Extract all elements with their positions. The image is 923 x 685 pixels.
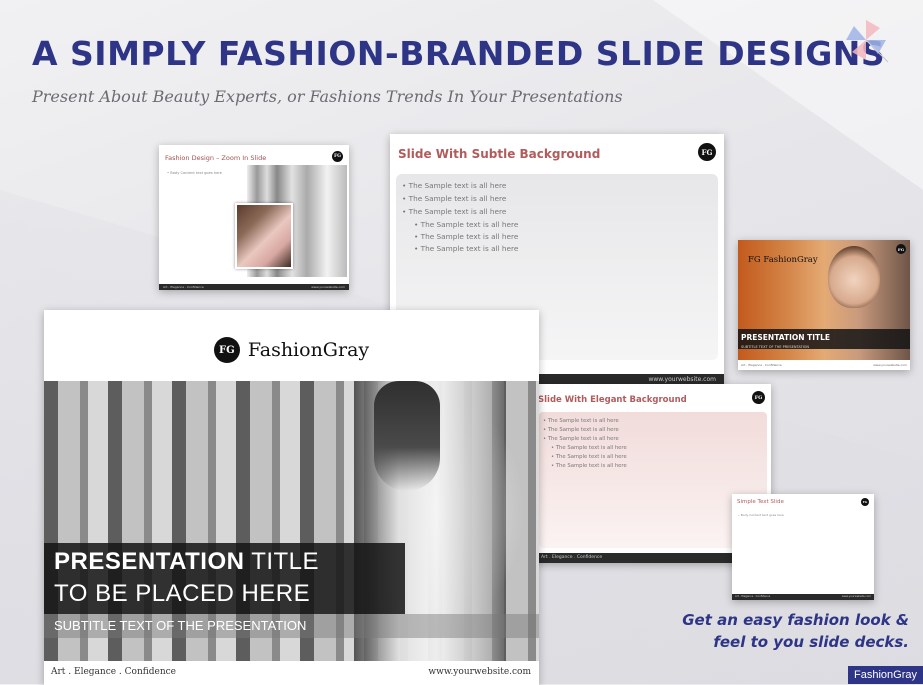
- presentation-title: PRESENTATION TITLE: [54, 548, 320, 575]
- fg-logo-icon: FG: [896, 244, 906, 254]
- slide-main-title[interactable]: FG FashionGray PRESENTATION TITLE TO BE …: [44, 310, 539, 685]
- sub-bullet-item: • The Sample text is all here: [414, 244, 519, 253]
- presentation-subtitle: SUBTITLE TEXT OF THE PRESENTATION: [54, 618, 307, 633]
- footer-left-text: Art . Elegance . Confidence: [541, 555, 603, 560]
- brand-name: FashionGray: [247, 339, 370, 361]
- slide-title: Simple Text Slide: [737, 499, 784, 505]
- fg-logo-icon: FG: [332, 151, 343, 162]
- slide-title: PRESENTATION TITLE: [741, 333, 831, 342]
- footer-left-text: Art . Elegance . Confidence: [741, 363, 782, 367]
- slide-subtitle: SUBTITLE TEXT OF THE PRESENTATION: [741, 345, 810, 349]
- headline: A SIMPLY FASHION-BRANDED SLIDE DESIGNS: [32, 34, 886, 73]
- brand-logo: FG FashionGray: [748, 255, 818, 265]
- fg-logo-icon: FG: [698, 143, 716, 161]
- sub-bullet-item: • The Sample text is all here: [551, 445, 627, 451]
- brand-badge: FashionGray: [848, 666, 923, 684]
- tagline: Get an easy fashion look & feel to you s…: [682, 609, 909, 653]
- footer-right-text: www.yourwebsite.com: [311, 285, 345, 289]
- subheadline: Present About Beauty Experts, or Fashion…: [32, 87, 623, 106]
- sub-bullet-item: • The Sample text is all here: [414, 232, 519, 241]
- slide-body-text: • Body Content text goes here: [167, 171, 222, 175]
- slide-thumbnail-orange[interactable]: FG FashionGray FG PRESENTATION TITLE SUB…: [738, 240, 910, 370]
- fg-logo-icon: FG: [861, 498, 869, 506]
- slide-footer: Art . Elegance . Confidence www.yourwebs…: [738, 360, 910, 370]
- fg-logo-icon: FG: [752, 391, 765, 404]
- bullet-item: • The Sample text is all here: [402, 207, 507, 216]
- presentation-title-line2: TO BE PLACED HERE: [54, 580, 311, 607]
- slide-body-text: • Body Content text goes here: [738, 513, 784, 517]
- sub-bullet-item: • The Sample text is all here: [551, 463, 627, 469]
- zoomed-photo: [235, 203, 293, 269]
- footer-right-text: www.yourwebsite.com: [428, 667, 531, 677]
- sub-bullet-item: • The Sample text is all here: [551, 454, 627, 460]
- slide-thumbnail-simple[interactable]: Simple Text Slide FG • Body Content text…: [732, 494, 874, 600]
- tagline-line-1: Get an easy fashion look &: [682, 611, 909, 629]
- tagline-line-2: feel to you slide decks.: [713, 633, 909, 651]
- footer-right-text: www.yourwebsite.com: [873, 363, 907, 367]
- slide-footer: Art . Elegance . Confidence www.yourwebs…: [732, 594, 874, 600]
- portrait-face: [828, 246, 880, 308]
- slide-footer: Art . Elegance . Confidence www.yourwebs…: [159, 284, 349, 290]
- bullet-item: • The Sample text is all here: [543, 436, 619, 442]
- slide-title: Slide With Elegant Background: [538, 395, 687, 405]
- footer-left-text: Art . Elegance . Confidence: [735, 595, 771, 598]
- bullet-item: • The Sample text is all here: [543, 418, 619, 424]
- bullet-item: • The Sample text is all here: [402, 194, 507, 203]
- footer-left-text: Art . Elegance . Confidence: [163, 285, 204, 289]
- sub-bullet-item: • The Sample text is all here: [414, 220, 519, 229]
- brand-logo: FG FashionGray: [44, 337, 539, 363]
- footer-right-text: www.yourwebsite.com: [841, 595, 871, 598]
- model-hair: [374, 381, 440, 491]
- bullet-item: • The Sample text is all here: [402, 181, 507, 190]
- pinwheel-icon: [846, 20, 889, 63]
- footer-right-text: www.yourwebsite.com: [648, 376, 716, 383]
- bullet-item: • The Sample text is all here: [543, 427, 619, 433]
- fg-logo-icon: FG: [213, 337, 240, 363]
- slide-thumbnail-zoom[interactable]: Fashion Design – Zoom In Slide FG • Body…: [159, 145, 349, 290]
- slide-title: Slide With Subtle Background: [398, 147, 601, 161]
- slide-title: Fashion Design – Zoom In Slide: [165, 154, 267, 162]
- footer-left-text: Art . Elegance . Confidence: [51, 667, 177, 677]
